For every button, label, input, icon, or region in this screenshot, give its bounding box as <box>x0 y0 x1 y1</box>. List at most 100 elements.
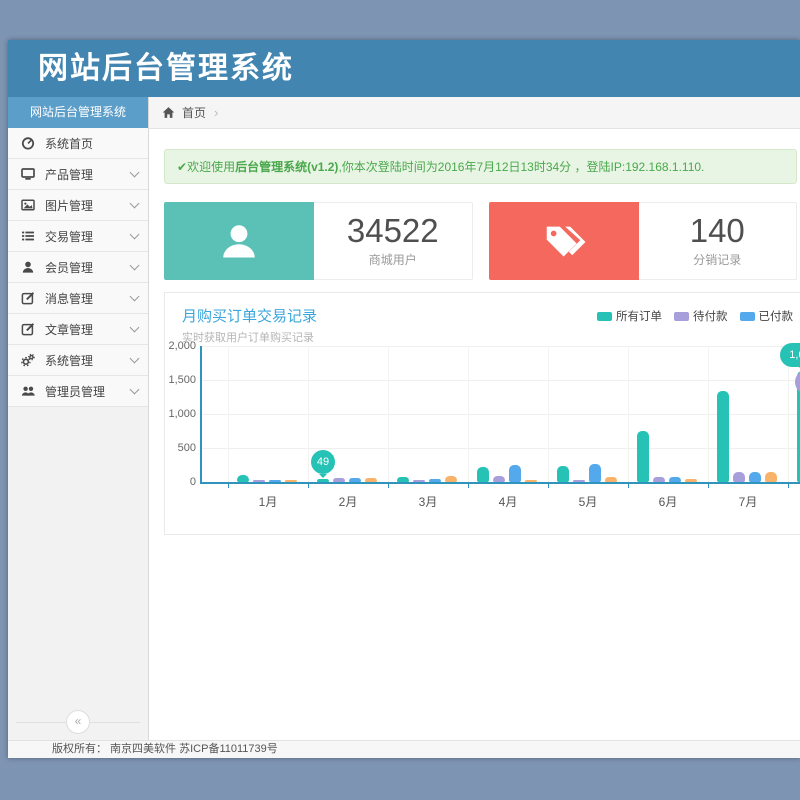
gears-icon <box>21 353 36 367</box>
sidebar-item-管理员管理[interactable]: 管理员管理 <box>8 376 148 407</box>
legend-item-所有订单[interactable]: 所有订单 <box>597 308 662 324</box>
sidebar-nav: 系统首页产品管理图片管理交易管理会员管理消息管理文章管理系统管理管理员管理 <box>8 128 148 407</box>
bar-6月-待付款[interactable] <box>653 477 665 482</box>
chevron-down-icon <box>130 260 140 270</box>
image-icon <box>21 198 36 212</box>
stat-label: 分销记录 <box>693 251 741 268</box>
axis-tick <box>468 484 469 488</box>
gridline <box>202 380 800 381</box>
bar-4月-已付款[interactable] <box>509 465 521 482</box>
bar-5月-已付款[interactable] <box>589 464 601 482</box>
bar-6月-所有订单[interactable] <box>637 431 649 482</box>
bar-7月-已付款[interactable] <box>749 472 761 482</box>
legend-item-已付款[interactable]: 已付款 <box>740 308 794 324</box>
bar-2月-已付款[interactable] <box>349 478 361 482</box>
x-axis-label: 1月 <box>248 493 288 510</box>
sidebar-item-系统管理[interactable]: 系统管理 <box>8 345 148 376</box>
breadcrumb-separator: › <box>214 105 218 120</box>
chart-tooltip <box>795 370 800 394</box>
x-axis-label: 7月 <box>728 493 768 510</box>
bar-4月-所有订单[interactable] <box>477 467 489 482</box>
bar-2月-待付款[interactable] <box>333 478 345 482</box>
bar-1月-待付款[interactable] <box>253 480 265 482</box>
legend-label: 待付款 <box>693 308 728 324</box>
bar-6月-代发货[interactable] <box>685 479 697 482</box>
stat-card-商城用户: 34522商城用户 <box>164 202 473 280</box>
bar-7月-待付款[interactable] <box>733 472 745 482</box>
y-axis-label: 1,000 <box>160 408 196 420</box>
y-axis-label: 1,500 <box>160 374 196 386</box>
bar-6月-已付款[interactable] <box>669 477 681 482</box>
legend-item-待付款[interactable]: 待付款 <box>674 308 728 324</box>
gridline-vertical <box>628 346 629 482</box>
list-icon <box>21 229 36 243</box>
breadcrumb-home[interactable]: 首页 <box>182 104 206 121</box>
bar-3月-已付款[interactable] <box>429 479 441 482</box>
x-axis-label: 5月 <box>568 493 608 510</box>
legend-swatch <box>597 312 612 321</box>
stats-row: 34522商城用户 140 分销记录 <box>164 202 797 280</box>
bar-3月-代发货[interactable] <box>445 476 457 482</box>
bar-5月-所有订单[interactable] <box>557 466 569 482</box>
sidebar-item-label: 会员管理 <box>45 259 93 276</box>
sidebar-item-产品管理[interactable]: 产品管理 <box>8 159 148 190</box>
sidebar-item-图片管理[interactable]: 图片管理 <box>8 190 148 221</box>
bar-5月-待付款[interactable] <box>573 480 585 482</box>
bar-4月-待付款[interactable] <box>493 476 505 482</box>
chevron-down-icon <box>130 384 140 394</box>
sidebar-collapse-button[interactable]: « <box>66 710 90 734</box>
axis-tick <box>628 484 629 488</box>
legend-label: 所有订单 <box>616 308 662 324</box>
chart-plot: 05001,0001,5002,0001月2月3月4月5月6月7月8月491,6… <box>200 346 800 482</box>
dashboard-icon <box>21 136 36 150</box>
chart-tooltip: 1,625 <box>780 343 800 367</box>
bar-5月-代发货[interactable] <box>605 477 617 482</box>
gridline-vertical <box>228 346 229 482</box>
sidebar-item-label: 管理员管理 <box>45 383 105 400</box>
chevron-down-icon <box>130 229 140 239</box>
sidebar-item-消息管理[interactable]: 消息管理 <box>8 283 148 314</box>
footer: 版权所有： 南京四美软件 苏ICP备11011739号 <box>8 740 800 758</box>
app-title: 网站后台管理系统 <box>8 40 800 97</box>
check-icon: ✔ <box>177 160 187 174</box>
content: ✔欢迎使用后台管理系统(v1.2),你本次登陆时间为2016年7月12日13时3… <box>149 129 800 740</box>
legend-swatch <box>740 312 755 321</box>
gridline-vertical <box>308 346 309 482</box>
bar-1月-所有订单[interactable] <box>237 475 249 482</box>
bar-7月-代发货[interactable] <box>765 472 777 482</box>
bar-1月-代发货[interactable] <box>285 480 297 482</box>
sidebar-item-label: 系统管理 <box>45 352 93 369</box>
chevron-down-icon <box>130 167 140 177</box>
sidebar-item-文章管理[interactable]: 文章管理 <box>8 314 148 345</box>
bar-2月-代发货[interactable] <box>365 478 377 482</box>
users-icon <box>21 384 36 398</box>
tags-icon <box>489 202 639 280</box>
x-axis-label: 6月 <box>648 493 688 510</box>
x-axis-line <box>200 482 800 484</box>
axis-tick <box>308 484 309 488</box>
bar-3月-待付款[interactable] <box>413 480 425 482</box>
monitor-icon <box>21 167 36 181</box>
sidebar-item-交易管理[interactable]: 交易管理 <box>8 221 148 252</box>
bar-7月-所有订单[interactable] <box>717 391 729 482</box>
x-axis-label: 3月 <box>408 493 448 510</box>
bar-3月-所有订单[interactable] <box>397 477 409 482</box>
sidebar-item-会员管理[interactable]: 会员管理 <box>8 252 148 283</box>
sidebar-item-label: 交易管理 <box>45 228 93 245</box>
chart-legend: 所有订单待付款已付款代发货 <box>597 308 800 324</box>
sidebar-item-系统首页[interactable]: 系统首页 <box>8 128 148 159</box>
axis-tick <box>708 484 709 488</box>
breadcrumb: 首页 › <box>149 97 800 129</box>
axis-tick <box>548 484 549 488</box>
bar-1月-已付款[interactable] <box>269 480 281 482</box>
sidebar-item-label: 消息管理 <box>45 290 93 307</box>
chart-tooltip: 49 <box>311 450 335 474</box>
bar-4月-代发货[interactable] <box>525 480 537 482</box>
stat-value: 140 <box>690 214 745 249</box>
x-axis-label: 2月 <box>328 493 368 510</box>
user-icon <box>21 260 36 274</box>
stat-text: 34522商城用户 <box>314 202 473 280</box>
gridline-vertical <box>388 346 389 482</box>
bar-2月-所有订单[interactable] <box>317 479 329 482</box>
main-area: 首页 › ✔欢迎使用后台管理系统(v1.2),你本次登陆时间为2016年7月12… <box>149 97 800 740</box>
